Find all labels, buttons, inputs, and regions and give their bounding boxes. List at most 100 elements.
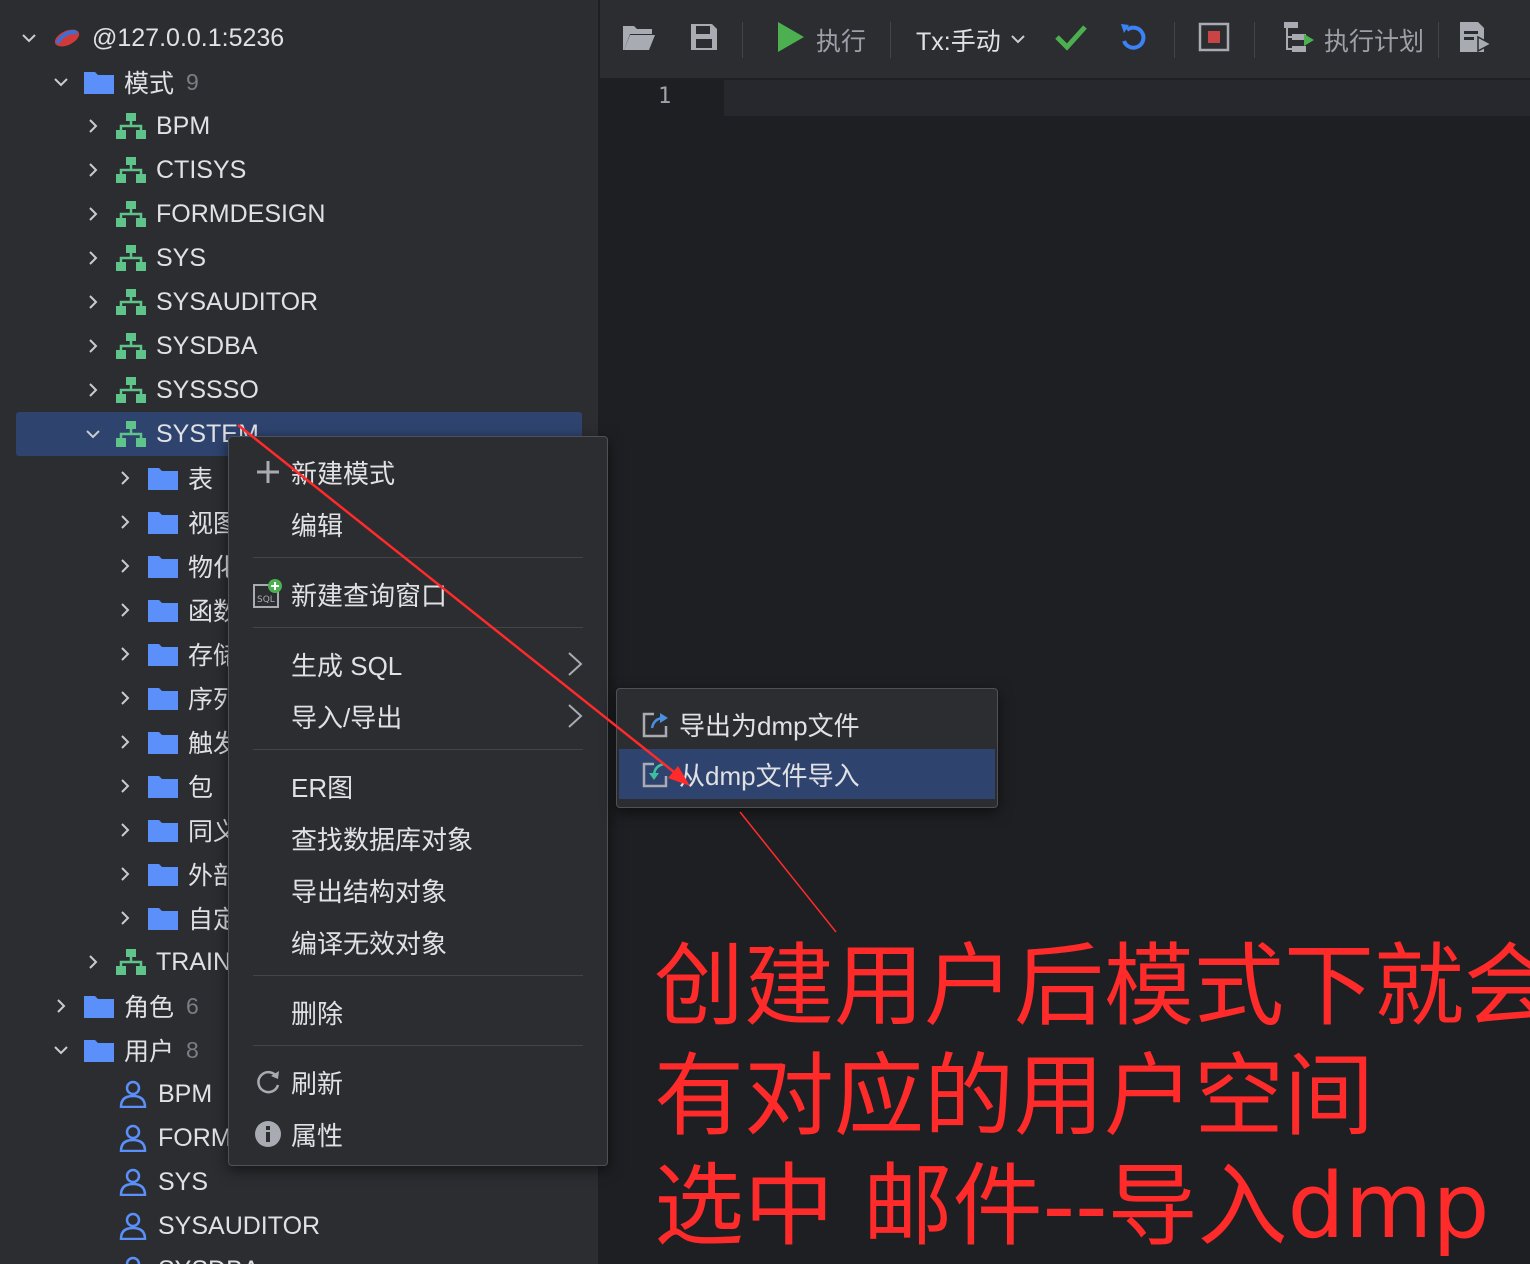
- chevron-down-icon[interactable]: [48, 69, 74, 95]
- folder-icon: [82, 991, 116, 1021]
- submenu-item-import-dmp[interactable]: 从dmp文件导入: [619, 749, 995, 799]
- tree-schema-node[interactable]: SYSDBA: [80, 324, 598, 368]
- tree-schema-node[interactable]: SYS: [80, 236, 598, 280]
- chevron-right-icon[interactable]: [80, 333, 106, 359]
- chevron-right-icon[interactable]: [80, 949, 106, 975]
- export-icon: [641, 709, 671, 739]
- chevron-right-icon[interactable]: [112, 597, 138, 623]
- folder-icon: [146, 815, 180, 845]
- tree-user-node[interactable]: SYS: [116, 1160, 598, 1204]
- folder-icon: [82, 1035, 116, 1065]
- chevron-right-icon[interactable]: [80, 377, 106, 403]
- menu-item-delete[interactable]: 删除: [237, 989, 599, 1035]
- tree-connection-node[interactable]: @127.0.0.1:5236: [16, 16, 582, 60]
- menu-item-import-export[interactable]: 导入/导出: [237, 693, 599, 739]
- chevron-right-icon[interactable]: [112, 509, 138, 535]
- menu-item-refresh[interactable]: 刷新: [237, 1059, 599, 1105]
- rollback-button[interactable]: [1118, 18, 1150, 62]
- menu-item-new-schema[interactable]: 新建模式: [237, 449, 599, 495]
- format-button[interactable]: [1458, 18, 1493, 62]
- tree-schema-node[interactable]: SYSSSO: [80, 368, 598, 412]
- chevron-right-icon[interactable]: [112, 905, 138, 931]
- open-file-button[interactable]: [622, 18, 656, 62]
- play-icon: [776, 21, 806, 60]
- tree-schema-node[interactable]: BPM: [80, 104, 598, 148]
- submenu-item-export-dmp[interactable]: 导出为dmp文件: [619, 699, 995, 749]
- menu-item-label: 导出结构对象: [291, 876, 448, 907]
- user-icon: [116, 1167, 150, 1197]
- refresh-icon: [253, 1067, 283, 1097]
- menu-item-label: 查找数据库对象: [291, 824, 474, 855]
- folder-icon: [146, 683, 180, 713]
- menu-item-new-query-window[interactable]: SQL 新建查询窗口: [237, 571, 599, 617]
- menu-item-find-db-objects[interactable]: 查找数据库对象: [237, 815, 599, 861]
- toolbar-divider: [890, 22, 891, 58]
- chevron-right-icon[interactable]: [48, 993, 74, 1019]
- chevron-right-icon[interactable]: [80, 113, 106, 139]
- menu-item-export-structure[interactable]: 导出结构对象: [237, 867, 599, 913]
- chevron-right-icon[interactable]: [80, 289, 106, 315]
- menu-item-label: ER图: [291, 772, 354, 803]
- schema-label: SYSAUDITOR: [156, 287, 319, 316]
- folder-icon: [146, 727, 180, 757]
- chevron-right-icon: [565, 649, 585, 686]
- chevron-right-icon[interactable]: [112, 773, 138, 799]
- chevron-down-icon[interactable]: [16, 25, 42, 51]
- folder-icon: [146, 903, 180, 933]
- user-label: FORM: [158, 1123, 232, 1152]
- menu-item-properties[interactable]: 属性: [237, 1111, 599, 1157]
- chevron-down-icon[interactable]: [80, 421, 106, 447]
- tx-mode-label: Tx:手动: [916, 28, 1001, 56]
- explain-plan-label: 执行计划: [1324, 28, 1425, 56]
- user-icon: [116, 1123, 150, 1153]
- chevron-right-icon[interactable]: [80, 157, 106, 183]
- menu-item-label: 刷新: [291, 1068, 344, 1099]
- toolbar-divider: [742, 22, 743, 58]
- folder-icon: [146, 639, 180, 669]
- user-label: SYSAUDITOR: [158, 1211, 321, 1240]
- menu-item-edit[interactable]: 编辑: [237, 501, 599, 547]
- folder-label: 模式: [124, 70, 175, 98]
- schema-icon: [114, 287, 148, 317]
- menu-separator: [253, 749, 583, 750]
- chevron-right-icon[interactable]: [112, 861, 138, 887]
- folder-count: 8: [186, 1036, 199, 1063]
- execution-plan-icon: [1282, 20, 1316, 61]
- tree-schema-node[interactable]: CTISYS: [80, 148, 598, 192]
- context-menu: 新建模式 编辑 SQL 新建查询窗口 生成 SQL 导入/导出 ER图 查找数据…: [228, 436, 608, 1166]
- chevron-right-icon[interactable]: [80, 201, 106, 227]
- chevron-right-icon[interactable]: [80, 245, 106, 271]
- chevron-right-icon[interactable]: [112, 685, 138, 711]
- menu-item-compile-invalid[interactable]: 编译无效对象: [237, 919, 599, 965]
- explain-plan-button[interactable]: 执行计划: [1282, 18, 1424, 62]
- folder-label: 用户: [124, 1038, 175, 1066]
- menu-item-generate-sql[interactable]: 生成 SQL: [237, 641, 599, 687]
- tree-schema-node[interactable]: SYSAUDITOR: [80, 280, 598, 324]
- schema-label: CTISYS: [156, 155, 247, 184]
- menu-item-er-diagram[interactable]: ER图: [237, 763, 599, 809]
- chevron-right-icon[interactable]: [112, 553, 138, 579]
- menu-separator: [253, 627, 583, 628]
- chevron-right-icon[interactable]: [112, 465, 138, 491]
- tree-user-node[interactable]: SYSDBA: [116, 1248, 598, 1264]
- tree-schemas-folder[interactable]: 模式 9: [48, 60, 598, 104]
- connection-label: @127.0.0.1:5236: [92, 23, 285, 52]
- tree-schema-node[interactable]: FORMDESIGN: [80, 192, 598, 236]
- chevron-right-icon[interactable]: [112, 729, 138, 755]
- folder-open-icon: [622, 22, 656, 59]
- chevron-right-icon[interactable]: [112, 641, 138, 667]
- save-button[interactable]: [690, 18, 718, 62]
- folder-icon: [146, 771, 180, 801]
- tree-user-node[interactable]: SYSAUDITOR: [116, 1204, 598, 1248]
- menu-item-label: 导入/导出: [291, 702, 403, 733]
- commit-button[interactable]: [1054, 18, 1088, 62]
- save-icon: [690, 22, 718, 59]
- chevron-down-icon[interactable]: [48, 1037, 74, 1063]
- schema-icon: [114, 199, 148, 229]
- chevron-right-icon[interactable]: [112, 817, 138, 843]
- execute-button[interactable]: 执行: [776, 18, 866, 62]
- transaction-mode-dropdown[interactable]: Tx:手动: [916, 18, 1027, 62]
- document-run-icon: [1458, 21, 1493, 60]
- stop-button[interactable]: [1198, 18, 1230, 62]
- menu-item-label: 新建模式: [291, 458, 396, 489]
